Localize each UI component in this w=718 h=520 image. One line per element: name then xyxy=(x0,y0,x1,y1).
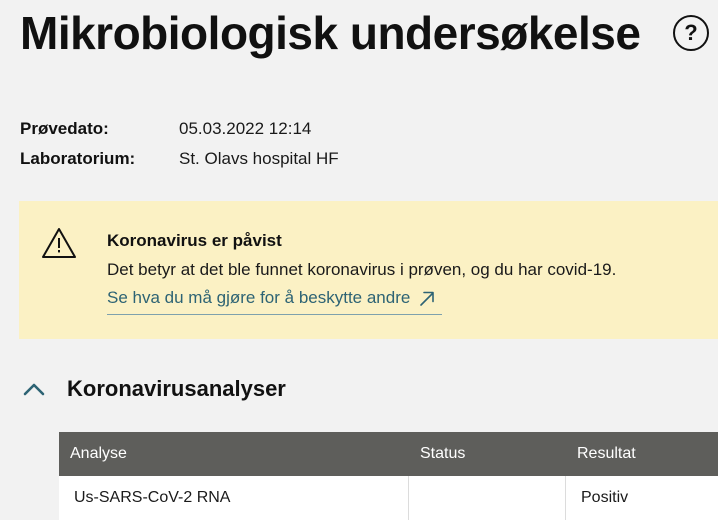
protect-others-link-text: Se hva du må gjøre for å beskytte andre xyxy=(107,287,411,307)
column-header-analyse: Analyse xyxy=(70,445,127,462)
analysis-table: Analyse Status Resultat Us-SARS-CoV-2 RN… xyxy=(59,432,718,520)
status-cell xyxy=(409,476,566,520)
alert-body: Det betyr at det ble funnet koronavirus … xyxy=(107,260,617,279)
chevron-up-icon[interactable] xyxy=(22,377,46,401)
sample-date-label: Prøvedato: xyxy=(20,119,109,138)
result-alert: Koronavirus er påvist Det betyr at det b… xyxy=(19,201,718,339)
page-title: Mikrobiologisk undersøkelse xyxy=(20,7,641,59)
section-header[interactable]: Koronavirusanalyser xyxy=(22,376,286,402)
alert-heading: Koronavirus er påvist xyxy=(107,231,282,250)
laboratory-label: Laboratorium: xyxy=(20,149,136,168)
column-header-resultat: Resultat xyxy=(577,445,636,462)
section-title: Koronavirusanalyser xyxy=(67,376,286,401)
resultat-cell: Positiv xyxy=(581,489,629,506)
help-icon[interactable]: ? xyxy=(673,15,709,51)
laboratory-row: Laboratorium: St. Olavs hospital HF xyxy=(20,144,339,174)
sample-date-value: 05.03.2022 12:14 xyxy=(179,119,312,138)
table-header: Analyse Status Resultat xyxy=(59,432,718,476)
sample-details: Prøvedato: 05.03.2022 12:14 Laboratorium… xyxy=(20,114,339,174)
table-row: Us-SARS-CoV-2 RNA Positiv xyxy=(59,476,718,520)
laboratory-value: St. Olavs hospital HF xyxy=(179,149,339,168)
warning-triangle-icon xyxy=(42,228,76,258)
protect-others-link[interactable]: Se hva du må gjøre for å beskytte andre xyxy=(107,287,443,315)
sample-date-row: Prøvedato: 05.03.2022 12:14 xyxy=(20,114,339,144)
column-header-status: Status xyxy=(420,445,466,462)
external-link-arrow-icon xyxy=(420,291,435,306)
analyse-cell: Us-SARS-CoV-2 RNA xyxy=(59,476,409,520)
